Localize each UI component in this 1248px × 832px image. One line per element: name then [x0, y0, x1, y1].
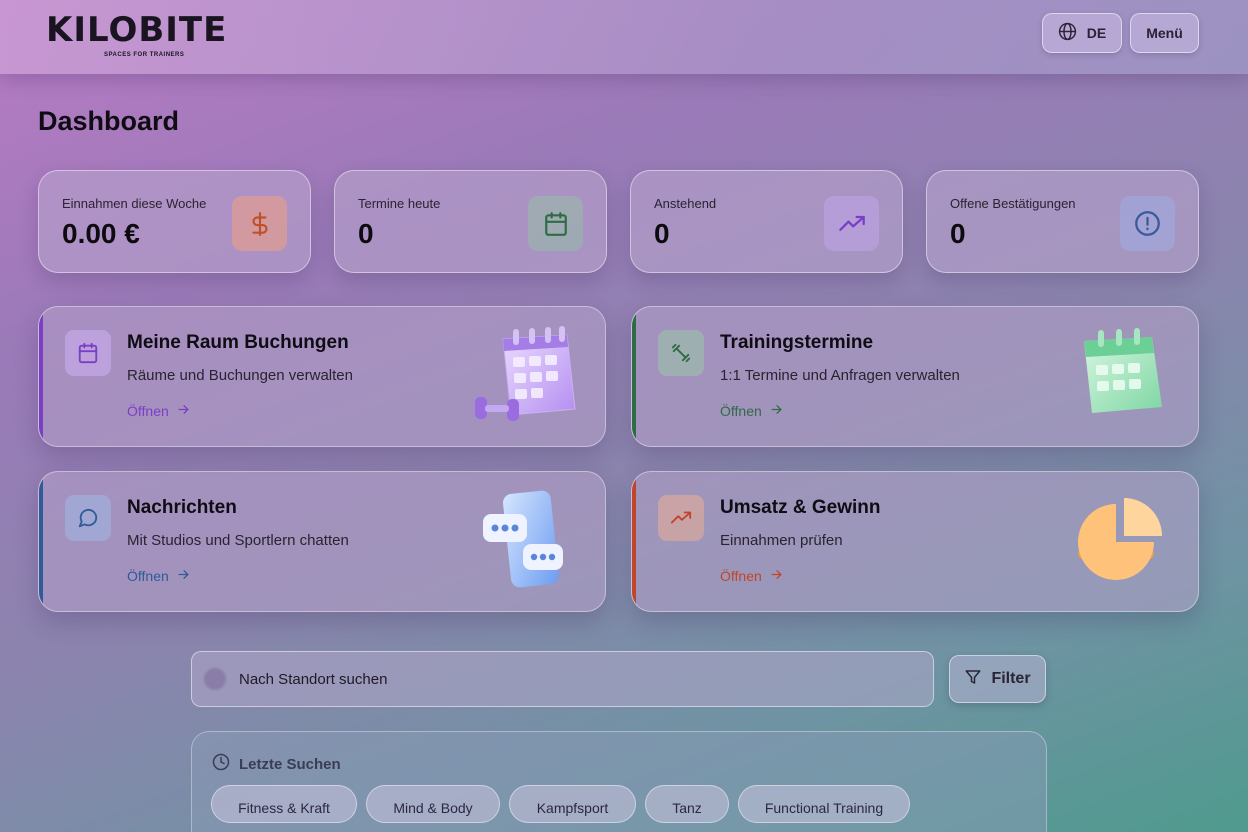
filter-button[interactable]: Filter: [949, 655, 1046, 703]
location-search-input[interactable]: [226, 652, 933, 706]
card-accent-bar: [632, 472, 636, 611]
open-link[interactable]: Öffnen: [720, 403, 783, 419]
stat-card-revenue-week: Einnahmen diese Woche 0.00 €: [38, 170, 311, 273]
stat-label: Anstehend: [654, 196, 717, 211]
card-room-bookings[interactable]: Meine Raum Buchungen Räume und Buchungen…: [38, 306, 606, 447]
open-link[interactable]: Öffnen: [720, 568, 783, 584]
stat-label: Einnahmen diese Woche: [62, 196, 207, 211]
clock-icon: [212, 753, 230, 775]
stat-label: Offene Bestätigungen: [950, 196, 1076, 211]
stat-value: 0.00 €: [62, 218, 140, 249]
card-title: Umsatz & Gewinn: [720, 497, 881, 518]
recent-chip[interactable]: Mind & Body: [366, 785, 500, 823]
open-label: Öffnen: [720, 403, 762, 419]
top-header: KILOBITE SPACES FOR TRAINERS DE Menü: [0, 0, 1248, 74]
open-link[interactable]: Öffnen: [127, 403, 190, 419]
open-label: Öffnen: [720, 568, 762, 584]
arrow-right-icon: [770, 568, 783, 584]
trending-up-icon: [824, 196, 879, 251]
filter-label: Filter: [991, 670, 1031, 687]
language-button[interactable]: DE: [1042, 13, 1122, 53]
calendar-icon: [528, 196, 583, 251]
open-link[interactable]: Öffnen: [127, 568, 190, 584]
alert-circle-icon: [1120, 196, 1175, 251]
arrow-right-icon: [770, 403, 783, 419]
recent-chip[interactable]: Tanz: [645, 785, 729, 823]
globe-icon: [1058, 22, 1077, 44]
logo-wordmark: KILOBITE: [46, 10, 228, 50]
stat-value: 0: [358, 218, 374, 249]
open-label: Öffnen: [127, 403, 169, 419]
stat-value: 0: [950, 218, 966, 249]
phone-chat-illustration: [471, 490, 581, 590]
card-accent-bar: [39, 472, 43, 611]
card-revenue-profit[interactable]: Umsatz & Gewinn Einnahmen prüfen Öffnen: [631, 471, 1199, 612]
stat-value: 0: [654, 218, 670, 249]
calendar-icon: [65, 330, 111, 376]
dollar-icon: [232, 196, 287, 251]
stat-card-upcoming: Anstehend 0: [630, 170, 903, 273]
recent-searches-title: Letzte Suchen: [239, 755, 341, 773]
dumbbell-icon: [658, 330, 704, 376]
arrow-right-icon: [177, 568, 190, 584]
search-icon: [204, 668, 226, 690]
card-title: Nachrichten: [127, 497, 237, 518]
card-subtitle: 1:1 Termine und Anfragen verwalten: [720, 367, 960, 384]
kilobite-logo[interactable]: KILOBITE SPACES FOR TRAINERS: [46, 8, 226, 60]
stat-card-appointments-today: Termine heute 0: [334, 170, 607, 273]
stat-label: Termine heute: [358, 196, 441, 211]
trending-up-icon: [658, 495, 704, 541]
card-subtitle: Mit Studios und Sportlern chatten: [127, 532, 349, 549]
card-title: Trainingstermine: [720, 332, 874, 353]
card-messages[interactable]: Nachrichten Mit Studios und Sportlern ch…: [38, 471, 606, 612]
card-subtitle: Räume und Buchungen verwalten: [127, 367, 353, 384]
card-training-appointments[interactable]: Trainingstermine 1:1 Termine und Anfrage…: [631, 306, 1199, 447]
card-accent-bar: [39, 307, 43, 446]
pie-chart-illustration: [1064, 490, 1174, 590]
card-subtitle: Einnahmen prüfen: [720, 532, 843, 549]
arrow-right-icon: [177, 403, 190, 419]
logo-tagline: SPACES FOR TRAINERS: [104, 52, 185, 58]
chat-icon: [65, 495, 111, 541]
page-title: Dashboard: [38, 106, 180, 136]
card-accent-bar: [632, 307, 636, 446]
stat-card-open-confirmations: Offene Bestätigungen 0: [926, 170, 1199, 273]
language-label: DE: [1086, 25, 1107, 41]
filter-icon: [964, 668, 982, 691]
recent-searches-panel: Letzte Suchen Fitness & Kraft Mind & Bod…: [191, 731, 1047, 832]
location-search-bar[interactable]: [191, 651, 934, 707]
recent-searches-header: Letzte Suchen: [212, 753, 341, 775]
recent-chip[interactable]: Fitness & Kraft: [211, 785, 357, 823]
recent-chip[interactable]: Functional Training: [738, 785, 910, 823]
card-title: Meine Raum Buchungen: [127, 332, 349, 353]
open-label: Öffnen: [127, 568, 169, 584]
recent-chip[interactable]: Kampfsport: [509, 785, 636, 823]
calendar-dumbbell-illustration: [471, 325, 581, 425]
green-calendar-illustration: [1064, 325, 1174, 425]
menu-button[interactable]: Menü: [1130, 13, 1199, 53]
